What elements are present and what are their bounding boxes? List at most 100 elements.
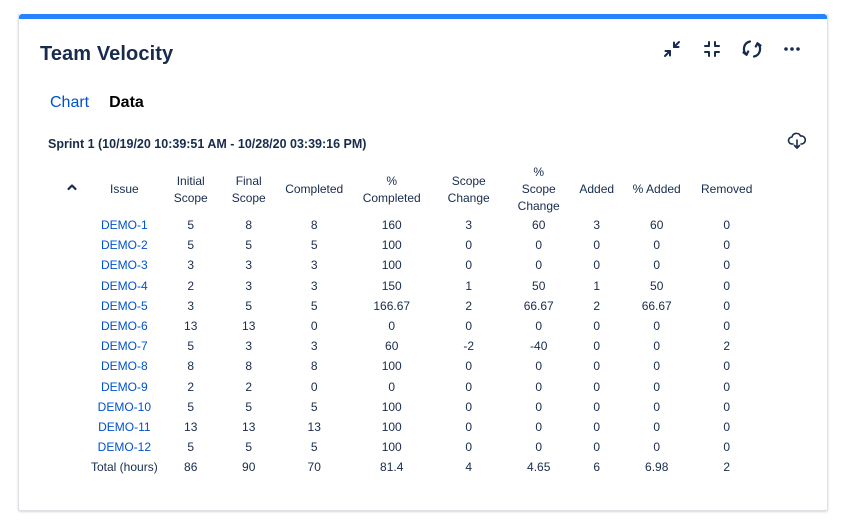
cell-initial-scope: 5 — [187, 238, 195, 253]
col-added[interactable]: Added — [573, 164, 621, 215]
cell-completed: 5 — [310, 238, 318, 253]
cell-scope-change: 0 — [465, 419, 473, 434]
cell-scope-change: 1 — [465, 278, 473, 293]
cell-final-scope: 8 — [245, 218, 253, 233]
row-spacer — [57, 437, 87, 457]
cell-completed: 0 — [310, 379, 318, 394]
col-initial-scope[interactable]: Initial Scope — [162, 164, 220, 215]
cell-issue[interactable]: DEMO-1 — [87, 215, 162, 235]
cell-percent-scope-change: 0 — [535, 319, 543, 334]
widget-actions — [661, 38, 803, 60]
widget-title: Team Velocity — [40, 43, 174, 65]
cell-initial-scope: 13 — [184, 419, 198, 434]
cell-percent-scope-change: 0 — [535, 440, 543, 455]
cell-percent-added: 60 — [650, 218, 664, 233]
cell-final-scope: 2 — [245, 379, 253, 394]
cell-percent-added: 0 — [653, 319, 661, 334]
cell-issue[interactable]: DEMO-4 — [87, 276, 162, 296]
col-removed[interactable]: Removed — [693, 164, 761, 215]
cell-completed: 3 — [310, 278, 318, 293]
cell-scope-change: 0 — [465, 379, 473, 394]
cell-scope-change: 0 — [465, 258, 473, 273]
cell-percent-added: 0 — [653, 379, 661, 394]
cell-issue[interactable]: DEMO-5 — [87, 296, 162, 316]
col-percent-scope-change[interactable]: % Scope Change — [505, 164, 573, 215]
cell-percent-added: 0 — [653, 339, 661, 354]
total-removed: 2 — [723, 460, 731, 475]
row-spacer — [57, 336, 87, 356]
cell-final-scope: 3 — [245, 339, 253, 354]
cell-issue[interactable]: DEMO-9 — [87, 377, 162, 397]
col-completed[interactable]: Completed — [278, 164, 351, 215]
cell-percent-scope-change: 0 — [535, 419, 543, 434]
row-spacer — [57, 215, 87, 235]
cell-percent-scope-change: 0 — [535, 258, 543, 273]
more-icon[interactable] — [781, 38, 803, 60]
cell-final-scope: 3 — [245, 258, 253, 273]
minimize-icon[interactable] — [701, 38, 723, 60]
cell-percent-completed: 100 — [381, 238, 402, 253]
cell-issue[interactable]: DEMO-10 — [87, 397, 162, 417]
row-spacer — [57, 276, 87, 296]
cell-percent-completed: 60 — [385, 339, 399, 354]
cloud-download-icon[interactable] — [787, 131, 807, 151]
cell-final-scope: 13 — [242, 419, 256, 434]
cell-issue[interactable]: DEMO-3 — [87, 255, 162, 275]
cell-final-scope: 5 — [245, 298, 253, 313]
total-row: Total (hours) 86 90 70 81.4 4 4.65 6 6.98 2 — [57, 457, 761, 477]
widget-accent-bar — [19, 14, 827, 19]
cell-initial-scope: 3 — [187, 258, 195, 273]
table-row: DEMO-1 5 8 8 160 3 60 3 60 0 — [57, 215, 761, 235]
tab-chart[interactable]: Chart — [50, 94, 89, 112]
cell-issue[interactable]: DEMO-2 — [87, 235, 162, 255]
cell-added: 3 — [593, 218, 601, 233]
cell-final-scope: 8 — [245, 359, 253, 374]
cell-issue[interactable]: DEMO-6 — [87, 316, 162, 336]
cell-completed: 5 — [310, 440, 318, 455]
col-scope-change[interactable]: Scope Change — [433, 164, 505, 215]
total-scope-change: 4 — [465, 460, 473, 475]
cell-added: 0 — [593, 440, 601, 455]
tab-data[interactable]: Data — [109, 94, 144, 112]
cell-percent-added: 0 — [653, 238, 661, 253]
table-header-row: Issue Initial Scope Final Scope Complete… — [57, 164, 761, 215]
cell-added: 0 — [593, 399, 601, 414]
chevron-up-icon[interactable] — [66, 181, 78, 198]
cell-percent-scope-change: 0 — [535, 379, 543, 394]
velocity-data-table: Issue Initial Scope Final Scope Complete… — [57, 164, 761, 477]
cell-final-scope: 5 — [245, 399, 253, 414]
cell-scope-change: 0 — [465, 359, 473, 374]
cell-issue[interactable]: DEMO-8 — [87, 356, 162, 376]
cell-issue[interactable]: DEMO-12 — [87, 437, 162, 457]
col-percent-completed[interactable]: % Completed — [351, 164, 433, 215]
table-row: DEMO-5 3 5 5 166.67 2 66.67 2 66.67 0 — [57, 296, 761, 316]
cell-percent-scope-change: 66.67 — [523, 298, 554, 313]
cell-percent-completed: 100 — [381, 440, 402, 455]
cell-removed: 0 — [723, 298, 731, 313]
cell-percent-scope-change: 60 — [532, 218, 546, 233]
col-issue[interactable]: Issue — [87, 164, 162, 215]
col-final-scope[interactable]: Final Scope — [220, 164, 278, 215]
sort-column — [57, 164, 87, 215]
cell-percent-completed: 0 — [388, 379, 396, 394]
cell-added: 0 — [593, 238, 601, 253]
cell-completed: 0 — [310, 319, 318, 334]
total-initial-scope: 86 — [184, 460, 198, 475]
cell-removed: 0 — [723, 379, 731, 394]
table-row: DEMO-7 5 3 3 60 -2 -40 0 0 2 — [57, 336, 761, 356]
cell-removed: 0 — [723, 399, 731, 414]
table-row: DEMO-12 5 5 5 100 0 0 0 0 0 — [57, 437, 761, 457]
col-percent-added[interactable]: % Added — [621, 164, 693, 215]
cell-added: 2 — [593, 298, 601, 313]
cell-issue[interactable]: DEMO-7 — [87, 336, 162, 356]
row-spacer — [57, 316, 87, 336]
table-row: DEMO-9 2 2 0 0 0 0 0 0 0 — [57, 377, 761, 397]
cell-percent-completed: 150 — [381, 278, 402, 293]
collapse-icon[interactable] — [661, 38, 683, 60]
cell-percent-added: 0 — [653, 419, 661, 434]
refresh-icon[interactable] — [741, 38, 763, 60]
cell-issue[interactable]: DEMO-11 — [87, 417, 162, 437]
row-spacer — [57, 235, 87, 255]
cell-initial-scope: 2 — [187, 379, 195, 394]
total-final-scope: 90 — [242, 460, 256, 475]
